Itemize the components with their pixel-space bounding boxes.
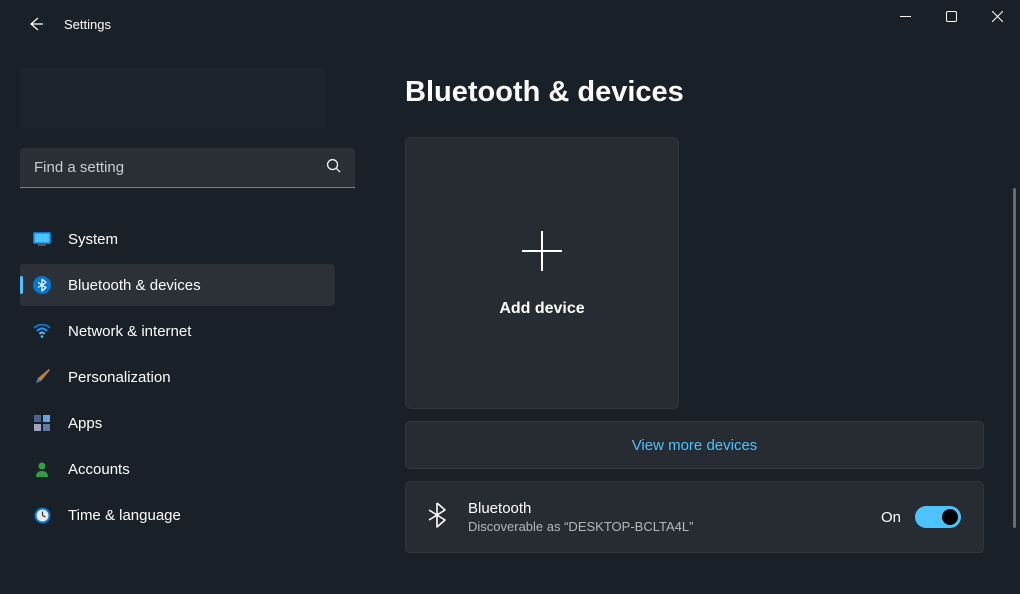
bluetooth-title: Bluetooth (468, 500, 881, 517)
arrow-left-icon (28, 16, 44, 32)
sidebar-item-system[interactable]: System (20, 218, 335, 260)
plus-icon (520, 229, 564, 278)
add-device-card[interactable]: Add device (405, 137, 679, 409)
toggle-knob (942, 509, 958, 525)
clock-globe-icon (32, 505, 52, 525)
page-title: Bluetooth & devices (405, 76, 984, 109)
scrollbar[interactable] (1013, 188, 1016, 528)
app-title: Settings (64, 17, 111, 32)
content: Bluetooth & devices Add device View more… (355, 48, 1020, 594)
bluetooth-toggle-area: On (881, 506, 961, 528)
titlebar: Settings (0, 0, 1020, 48)
bluetooth-icon (428, 502, 446, 533)
person-icon (32, 459, 52, 479)
sidebar-item-bluetooth-devices[interactable]: Bluetooth & devices (20, 264, 335, 306)
bluetooth-toggle[interactable] (915, 506, 961, 528)
close-icon (992, 11, 1003, 22)
sidebar-item-label: Apps (68, 415, 102, 432)
bluetooth-row: Bluetooth Discoverable as “DESKTOP-BCLTA… (405, 481, 984, 553)
sidebar-item-personalization[interactable]: Personalization (20, 356, 335, 398)
sidebar-item-label: Personalization (68, 369, 171, 386)
sidebar-item-network[interactable]: Network & internet (20, 310, 335, 352)
search-wrap (20, 148, 355, 188)
sidebar-item-label: Network & internet (68, 323, 191, 340)
system-icon (32, 229, 52, 249)
sidebar-item-label: Time & language (68, 507, 181, 524)
close-button[interactable] (974, 0, 1020, 32)
window-controls (882, 0, 1020, 32)
sidebar-item-accounts[interactable]: Accounts (20, 448, 335, 490)
wifi-icon (32, 321, 52, 341)
sidebar-item-label: Accounts (68, 461, 130, 478)
profile-area (20, 68, 325, 128)
search-input[interactable] (20, 148, 355, 188)
bluetooth-state-label: On (881, 509, 901, 526)
sidebar-item-apps[interactable]: Apps (20, 402, 335, 444)
bluetooth-icon (32, 275, 52, 295)
minimize-button[interactable] (882, 0, 928, 32)
sidebar-item-time-language[interactable]: Time & language (20, 494, 335, 536)
paintbrush-icon (32, 367, 52, 387)
add-device-label: Add device (499, 300, 584, 318)
sidebar-item-label: System (68, 231, 118, 248)
bluetooth-subtitle: Discoverable as “DESKTOP-BCLTA4L” (468, 519, 881, 534)
back-button[interactable] (20, 8, 52, 40)
maximize-button[interactable] (928, 0, 974, 32)
view-more-devices-button[interactable]: View more devices (405, 421, 984, 469)
bluetooth-text: Bluetooth Discoverable as “DESKTOP-BCLTA… (468, 500, 881, 534)
apps-icon (32, 413, 52, 433)
sidebar: System Bluetooth & devices Network & int… (0, 48, 355, 594)
maximize-icon (946, 11, 957, 22)
sidebar-item-label: Bluetooth & devices (68, 277, 201, 294)
nav-list: System Bluetooth & devices Network & int… (20, 218, 355, 536)
view-more-label: View more devices (632, 437, 758, 454)
minimize-icon (900, 11, 911, 22)
